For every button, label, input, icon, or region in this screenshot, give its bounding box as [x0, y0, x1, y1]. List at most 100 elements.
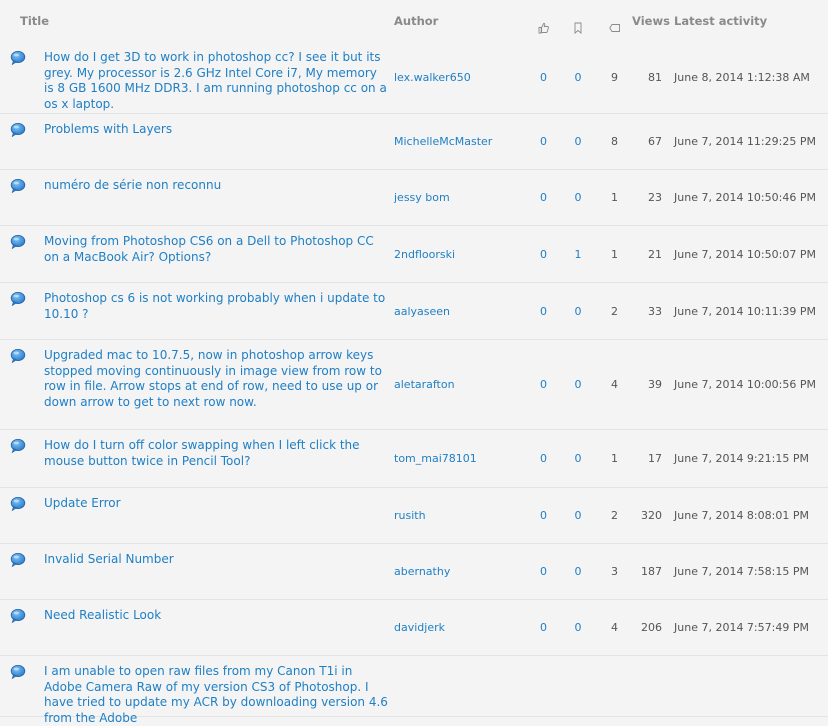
- table-row: Photoshop cs 6 is not working probably w…: [0, 283, 828, 340]
- thread-likes-count[interactable]: 0: [528, 135, 559, 148]
- table-row: I am unable to open raw files from my Ca…: [0, 656, 828, 725]
- thread-author-link[interactable]: tom_mai78101: [394, 452, 528, 465]
- thread-replies-count: 2: [611, 304, 618, 318]
- thread-author-link[interactable]: aalyaseen: [394, 305, 528, 318]
- table-row: How do I turn off color swapping when I …: [0, 430, 828, 488]
- thread-bookmarks-count[interactable]: 0: [559, 509, 597, 522]
- thread-likes-count[interactable]: 0: [528, 305, 559, 318]
- speech-bubble-icon: [10, 42, 44, 70]
- thread-title-link[interactable]: numéro de série non reconnu: [44, 170, 394, 194]
- thread-views-count: 21: [648, 247, 662, 261]
- thread-latest-activity: June 8, 2014 1:12:38 AM: [674, 71, 810, 84]
- speech-bubble-icon: [10, 430, 44, 458]
- thread-bookmarks-count[interactable]: 0: [559, 452, 597, 465]
- speech-bubble-icon: [10, 544, 44, 572]
- thread-bookmarks-count[interactable]: 1: [559, 248, 597, 261]
- thread-latest-activity: June 7, 2014 8:08:01 PM: [674, 509, 809, 522]
- thread-likes-count[interactable]: 0: [528, 71, 559, 84]
- thread-latest-activity: June 7, 2014 10:00:56 PM: [674, 378, 816, 391]
- speech-bubble-icon: [10, 283, 44, 311]
- thread-replies-count: 3: [611, 565, 618, 578]
- table-row: Problems with Layers MichelleMcMaster 0 …: [0, 114, 828, 170]
- thread-title-link[interactable]: I am unable to open raw files from my Ca…: [44, 656, 394, 726]
- thread-author-link[interactable]: rusith: [394, 509, 528, 522]
- thread-latest-activity: June 7, 2014 10:11:39 PM: [674, 304, 816, 318]
- thread-views-count: 33: [648, 304, 662, 318]
- thread-replies-count: 9: [611, 71, 618, 84]
- thread-title-link[interactable]: Upgraded mac to 10.7.5, now in photoshop…: [44, 340, 394, 410]
- thread-title-link[interactable]: How do I get 3D to work in photoshop cc?…: [44, 42, 394, 112]
- thread-latest-activity: June 7, 2014 10:50:46 PM: [674, 191, 816, 204]
- speech-bubble-icon: [10, 226, 44, 254]
- column-author-header[interactable]: Author: [394, 0, 528, 28]
- table-row: Update Error rusith 0 0 2 320 June 7, 20…: [0, 488, 828, 544]
- thread-bookmarks-count[interactable]: 0: [559, 191, 597, 204]
- thread-likes-count[interactable]: 0: [528, 452, 559, 465]
- thread-replies-count: 8: [611, 135, 618, 148]
- thumbs-up-icon[interactable]: [528, 8, 559, 34]
- speech-bubble-icon: [10, 656, 44, 684]
- thread-likes-count[interactable]: 0: [528, 191, 559, 204]
- thread-views-count: 320: [641, 509, 662, 522]
- tag-icon[interactable]: [597, 9, 632, 33]
- thread-title-link[interactable]: Need Realistic Look: [44, 600, 394, 624]
- thread-author-link[interactable]: abernathy: [394, 565, 528, 578]
- column-views-header[interactable]: Views: [632, 0, 670, 28]
- thread-author-link[interactable]: jessy bom: [394, 191, 528, 204]
- thread-latest-activity: June 7, 2014 11:29:25 PM: [674, 135, 816, 148]
- thread-views-count: 67: [648, 135, 662, 148]
- thread-likes-count[interactable]: 0: [528, 378, 559, 391]
- table-row: numéro de série non reconnu jessy bom 0 …: [0, 170, 828, 226]
- table-row: How do I get 3D to work in photoshop cc?…: [0, 42, 828, 114]
- thread-title-link[interactable]: Invalid Serial Number: [44, 544, 394, 568]
- thread-likes-count[interactable]: 0: [528, 621, 559, 634]
- speech-bubble-icon: [10, 114, 44, 142]
- table-row: Upgraded mac to 10.7.5, now in photoshop…: [0, 340, 828, 430]
- thread-title-link[interactable]: Photoshop cs 6 is not working probably w…: [44, 283, 394, 322]
- thread-replies-count: 4: [611, 378, 618, 391]
- thread-likes-count[interactable]: 0: [528, 248, 559, 261]
- thread-likes-count[interactable]: 0: [528, 509, 559, 522]
- thread-likes-count[interactable]: 0: [528, 565, 559, 578]
- thread-latest-activity: June 7, 2014 7:57:49 PM: [674, 621, 809, 634]
- table-row: Need Realistic Look davidjerk 0 0 4 206 …: [0, 600, 828, 656]
- thread-views-count: 206: [641, 621, 662, 634]
- thread-title-link[interactable]: Moving from Photoshop CS6 on a Dell to P…: [44, 226, 394, 265]
- thread-views-count: 23: [648, 191, 662, 204]
- thread-replies-count: 2: [611, 509, 618, 522]
- speech-bubble-icon: [10, 488, 44, 516]
- column-title-header[interactable]: Title: [10, 0, 394, 28]
- thread-replies-count: 1: [611, 191, 618, 204]
- thread-bookmarks-count[interactable]: 0: [559, 565, 597, 578]
- thread-title-link[interactable]: How do I turn off color swapping when I …: [44, 430, 394, 469]
- speech-bubble-icon: [10, 340, 44, 368]
- bookmark-icon[interactable]: [559, 8, 597, 34]
- thread-bookmarks-count[interactable]: 0: [559, 621, 597, 634]
- speech-bubble-icon: [10, 600, 44, 628]
- thread-author-link[interactable]: MichelleMcMaster: [394, 135, 528, 148]
- table-header: Title Author Views Latest activity: [0, 0, 828, 42]
- thread-author-link[interactable]: 2ndfloorski: [394, 248, 528, 261]
- table-row: Moving from Photoshop CS6 on a Dell to P…: [0, 226, 828, 283]
- thread-bookmarks-count[interactable]: 0: [559, 71, 597, 84]
- thread-author-link[interactable]: lex.walker650: [394, 71, 528, 84]
- thread-author-link[interactable]: aletarafton: [394, 378, 528, 391]
- thread-replies-count: 1: [611, 452, 618, 465]
- column-activity-header[interactable]: Latest activity: [668, 0, 823, 28]
- thread-author-link[interactable]: davidjerk: [394, 621, 528, 634]
- thread-title-link[interactable]: Problems with Layers: [44, 114, 394, 138]
- thread-latest-activity: June 7, 2014 7:58:15 PM: [674, 565, 809, 578]
- thread-replies-count: 1: [611, 247, 618, 261]
- thread-bookmarks-count[interactable]: 0: [559, 135, 597, 148]
- speech-bubble-icon: [10, 170, 44, 198]
- thread-list: How do I get 3D to work in photoshop cc?…: [0, 42, 828, 725]
- thread-bookmarks-count[interactable]: 0: [559, 305, 597, 318]
- thread-views-count: 17: [648, 452, 662, 465]
- thread-views-count: 187: [641, 565, 662, 578]
- thread-replies-count: 4: [611, 621, 618, 634]
- thread-title-link[interactable]: Update Error: [44, 488, 394, 512]
- thread-bookmarks-count[interactable]: 0: [559, 378, 597, 391]
- table-row: Invalid Serial Number abernathy 0 0 3 18…: [0, 544, 828, 600]
- thread-latest-activity: June 7, 2014 10:50:07 PM: [674, 247, 816, 261]
- thread-views-count: 81: [648, 71, 662, 84]
